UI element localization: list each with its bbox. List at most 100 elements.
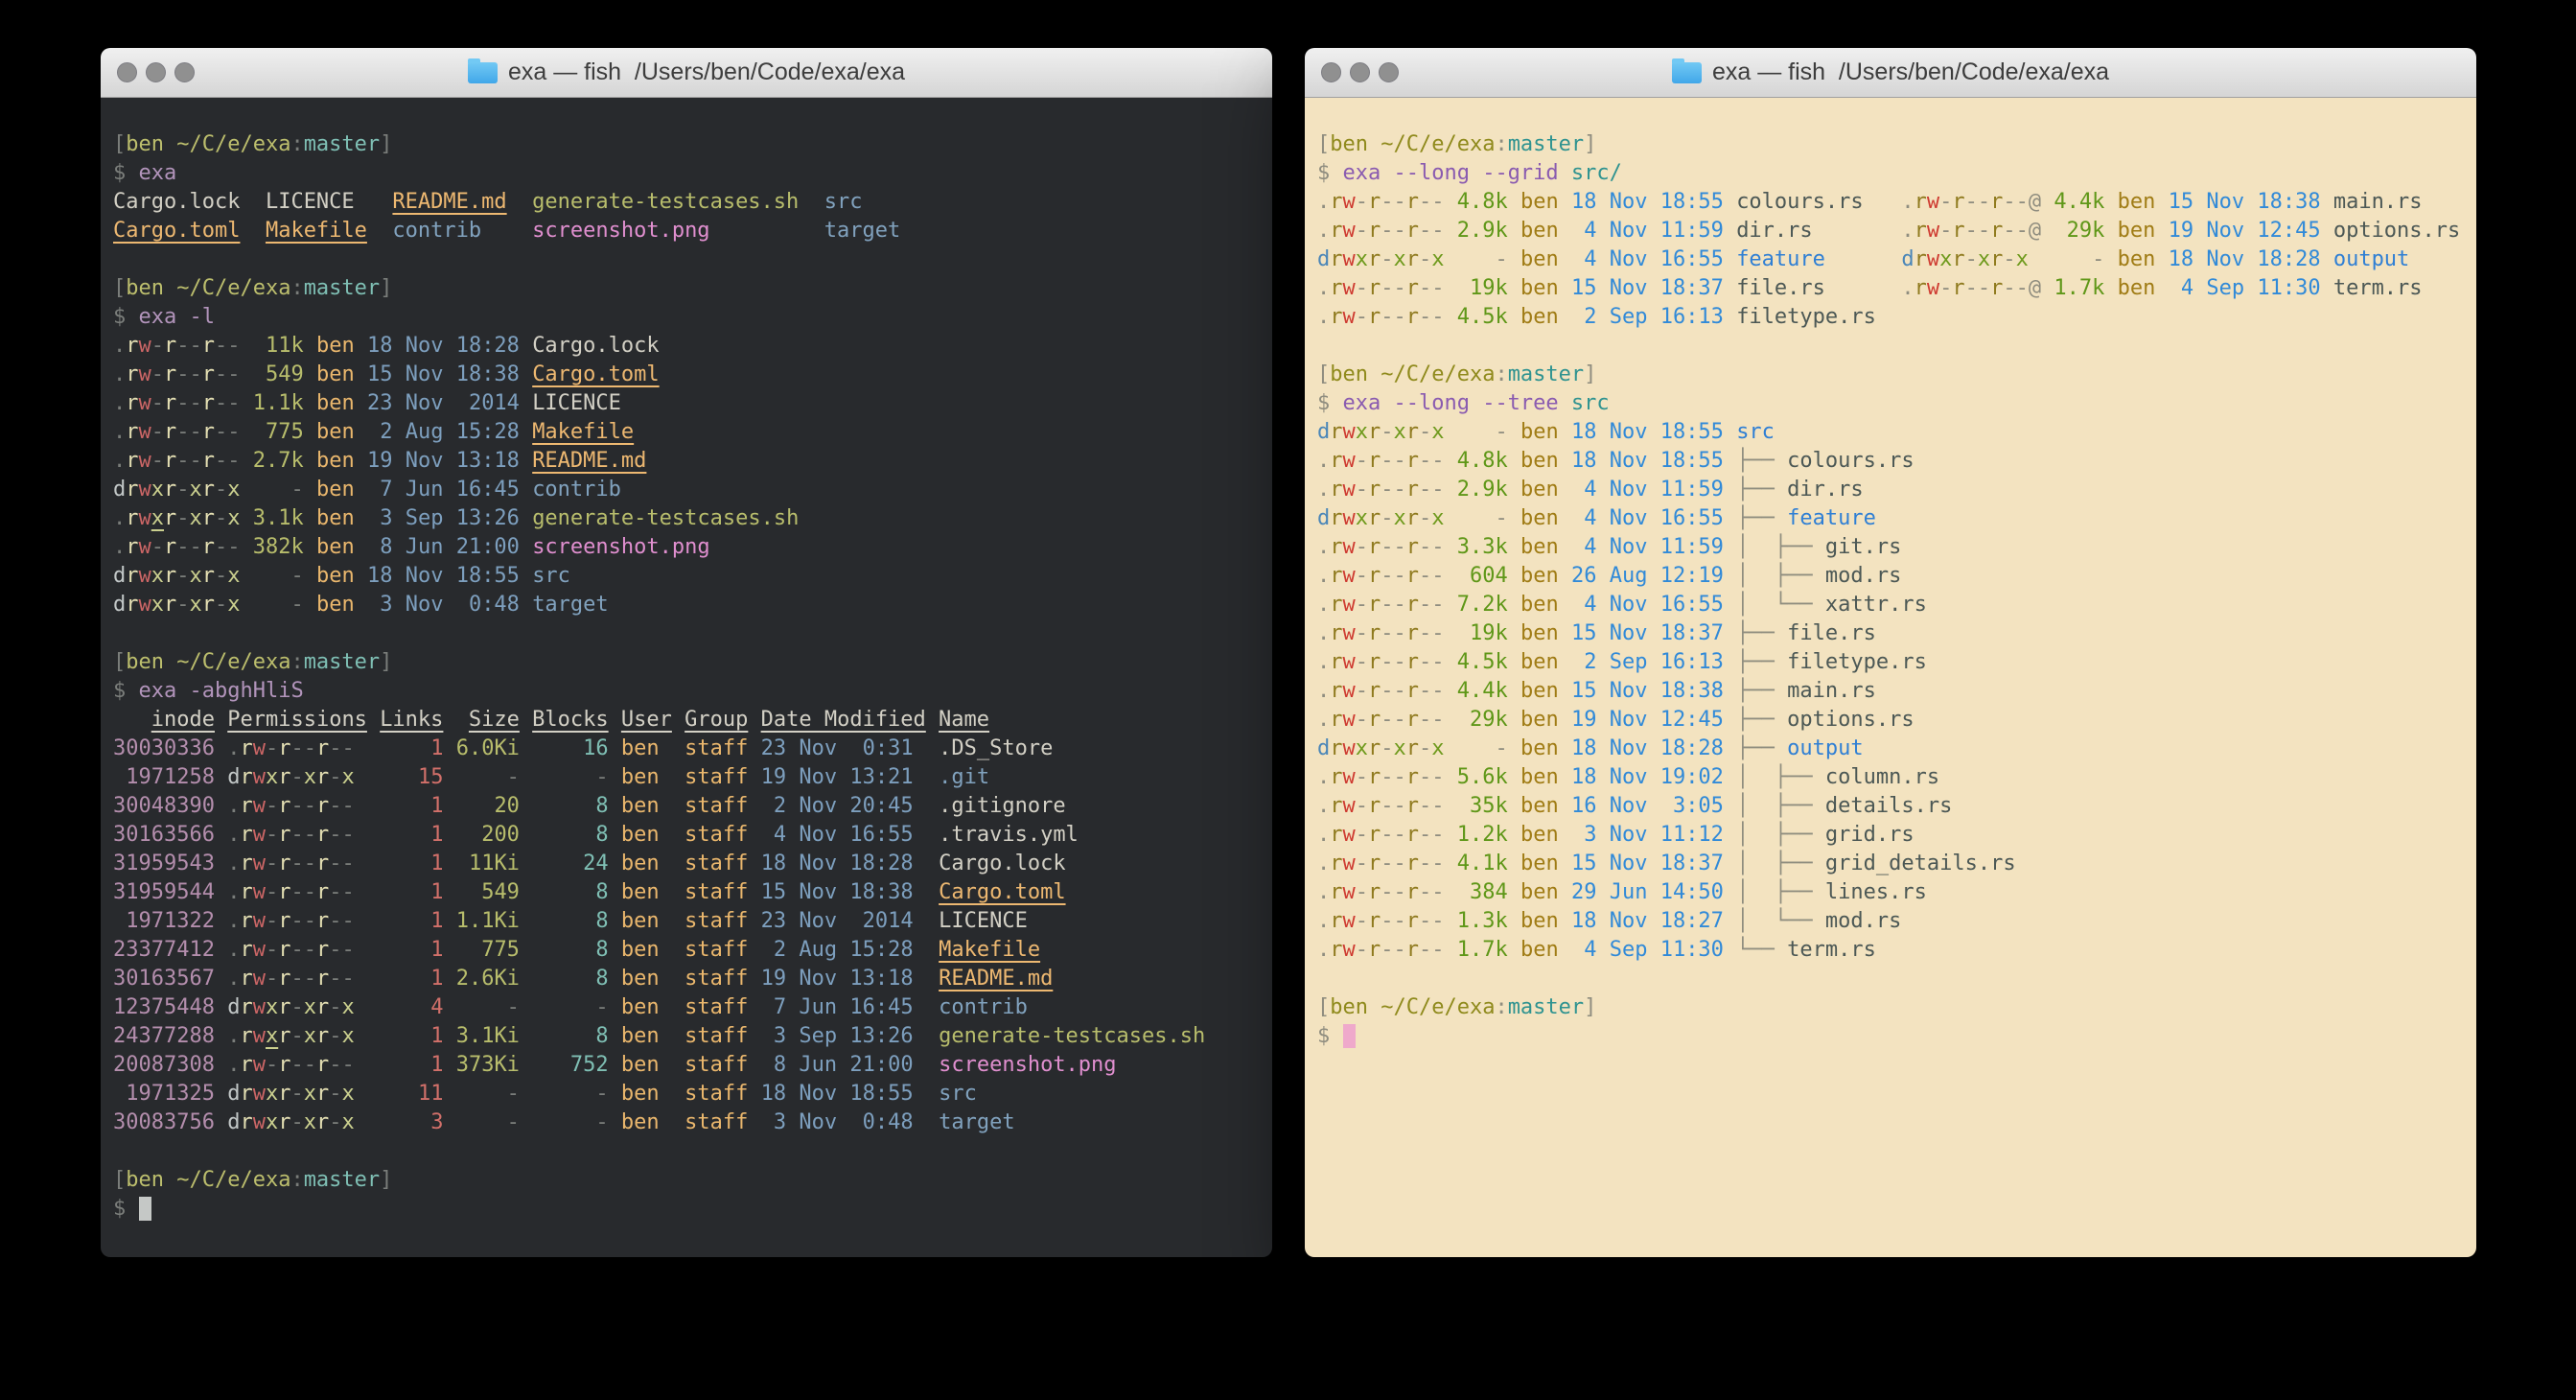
- text-segment: 1: [380, 967, 443, 991]
- text-segment: -: [215, 564, 227, 588]
- zoom-button[interactable]: [174, 62, 195, 82]
- text-segment: 2 Sep 16:13: [1571, 650, 1724, 674]
- text-segment: 1: [380, 852, 443, 875]
- minimize-button[interactable]: [146, 62, 166, 82]
- text-segment: r: [240, 736, 252, 760]
- text-segment: ├──: [1736, 736, 1787, 760]
- text-segment: [113, 708, 151, 732]
- text-segment: r: [126, 391, 138, 415]
- text-segment: [1508, 938, 1520, 962]
- text-segment: --: [1965, 219, 1991, 243]
- text-segment: x: [341, 1082, 354, 1106]
- text-segment: [355, 420, 367, 444]
- text-segment: -: [532, 1110, 608, 1134]
- text-segment: w: [1343, 305, 1356, 329]
- text-segment: [215, 995, 227, 1019]
- text-segment: [1559, 161, 1571, 185]
- text-segment: ben ~/C/e/exa: [126, 276, 290, 300]
- terminal-line: .rw-r--r-- 11k ben 18 Nov 18:28 Cargo.lo…: [113, 332, 1263, 361]
- text-segment: --: [176, 420, 202, 444]
- text-segment: master: [1508, 362, 1584, 386]
- text-segment: -: [266, 823, 278, 847]
- text-segment: 24: [532, 852, 608, 875]
- text-segment: ben: [621, 880, 660, 904]
- text-segment: 775: [253, 420, 304, 444]
- text-segment: x: [151, 564, 164, 588]
- text-segment: term.rs: [2333, 276, 2423, 300]
- text-segment: [355, 478, 367, 502]
- text-segment: 1.1Ki: [456, 909, 520, 933]
- text-segment: [355, 967, 381, 991]
- text-segment: r: [164, 535, 176, 559]
- text-segment: d: [1317, 506, 1330, 530]
- text-segment: r: [1406, 305, 1419, 329]
- text-segment: 15 Nov 18:37: [1571, 276, 1724, 300]
- text-segment: [2041, 219, 2054, 243]
- text-segment: [2321, 219, 2333, 243]
- text-segment: r: [278, 1053, 290, 1077]
- text-segment: x: [190, 593, 202, 617]
- text-segment: ben: [621, 909, 660, 933]
- text-segment: ben: [621, 967, 660, 991]
- text-segment: ben: [621, 1110, 660, 1134]
- terminal-screen[interactable]: [ben ~/C/e/exa:master]$ exa --long --gri…: [1305, 98, 2476, 1257]
- text-segment: 30030336: [113, 736, 215, 760]
- close-button[interactable]: [117, 62, 137, 82]
- terminal-line: .rw-r--r-- 19k ben 15 Nov 18:37 ├── file…: [1317, 619, 2467, 648]
- text-segment: --: [329, 880, 355, 904]
- text-segment: 4 Nov 11:59: [1571, 219, 1724, 243]
- text-segment: @: [2029, 219, 2041, 243]
- text-segment: [914, 823, 940, 847]
- text-segment: ben: [1520, 564, 1559, 588]
- titlebar[interactable]: exa — fish /Users/ben/Code/exa/exa: [101, 48, 1272, 98]
- text-segment: .: [227, 1024, 240, 1048]
- text-segment: [: [113, 1168, 126, 1192]
- text-segment: lines.rs: [1825, 880, 1927, 904]
- text-segment: w: [1927, 219, 1939, 243]
- text-segment: [914, 794, 940, 818]
- text-segment: :: [1495, 362, 1507, 386]
- text-segment: w: [1927, 247, 1939, 271]
- text-segment: details.rs: [1825, 794, 1952, 818]
- text-segment: x: [341, 1110, 354, 1134]
- text-segment: Permissions: [227, 708, 367, 732]
- titlebar[interactable]: exa — fish /Users/ben/Code/exa/exa: [1305, 48, 2476, 98]
- close-button[interactable]: [1321, 62, 1341, 82]
- text-segment: [520, 995, 532, 1019]
- zoom-button[interactable]: [1379, 62, 1399, 82]
- minimize-button[interactable]: [1350, 62, 1370, 82]
- text-segment: --: [329, 794, 355, 818]
- text-segment: [1724, 909, 1736, 933]
- text-segment: exa --long --tree: [1343, 391, 1559, 415]
- text-segment: Group: [685, 708, 748, 732]
- text-segment: [1559, 765, 1571, 789]
- text-segment: [1445, 593, 1457, 617]
- text-segment: .: [1317, 794, 1330, 818]
- text-segment: [215, 823, 227, 847]
- text-segment: ben ~/C/e/exa: [126, 1168, 290, 1192]
- text-segment: -: [1356, 535, 1368, 559]
- text-segment: [1508, 794, 1520, 818]
- text-segment: 1: [380, 1053, 443, 1077]
- text-segment: ben: [2118, 190, 2156, 214]
- text-segment: [1445, 305, 1457, 329]
- text-segment: --: [290, 736, 316, 760]
- terminal-line: 24377288 .rwxr-xr-x 1 3.1Ki 8 ben staff …: [113, 1022, 1263, 1051]
- text-segment: r: [1368, 650, 1381, 674]
- text-segment: LICENCE: [266, 190, 355, 214]
- text-segment: d: [1317, 736, 1330, 760]
- text-segment: [609, 1053, 621, 1077]
- text-segment: w: [253, 880, 266, 904]
- text-segment: 752: [532, 1053, 608, 1077]
- text-segment: [1559, 621, 1571, 645]
- terminal-line: drwxr-xr-x - ben 4 Nov 16:55 feature drw…: [1317, 245, 2467, 274]
- text-segment: --: [176, 535, 202, 559]
- text-segment: [355, 938, 381, 962]
- text-segment: x: [2016, 247, 2029, 271]
- text-segment: [355, 995, 381, 1019]
- terminal-screen[interactable]: [ben ~/C/e/exa:master]$ exaCargo.lock LI…: [101, 98, 1272, 1257]
- text-segment: [304, 362, 316, 386]
- terminal-line: .rw-r--r-- 2.7k ben 19 Nov 13:18 README.…: [113, 447, 1263, 476]
- text-segment: [1445, 736, 1457, 760]
- text-segment: r: [1330, 535, 1342, 559]
